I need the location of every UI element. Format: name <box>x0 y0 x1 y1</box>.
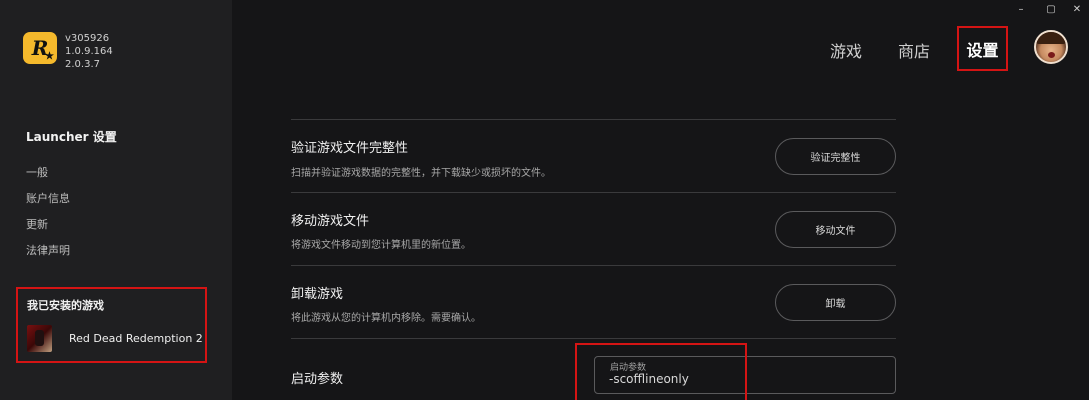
uninstall-button[interactable]: 卸载 <box>775 284 896 321</box>
sidebar-nav: 一般 账户信息 更新 法律声明 <box>26 166 70 270</box>
move-files-button[interactable]: 移动文件 <box>775 211 896 248</box>
divider <box>291 265 896 266</box>
verify-integrity-button[interactable]: 验证完整性 <box>775 138 896 175</box>
logo-star-icon: ★ <box>45 51 54 62</box>
launcher-window: R ★ v305926 1.0.9.164 2.0.3.7 Launcher 设… <box>0 0 1089 400</box>
divider <box>291 338 896 339</box>
nav-settings-highlight[interactable]: 设置 <box>957 26 1008 71</box>
nav-settings: 设置 <box>966 40 999 60</box>
version-line: 2.0.3.7 <box>65 59 100 70</box>
maximize-button[interactable]: ▢ <box>1043 4 1059 15</box>
sidebar: R ★ v305926 1.0.9.164 2.0.3.7 Launcher 设… <box>0 0 232 400</box>
launch-args-title: 启动参数 <box>291 372 344 387</box>
launch-args-field[interactable]: 启动参数 <box>594 356 896 394</box>
uninstall-description: 将此游戏从您的计算机内移除。需要确认。 <box>291 313 481 324</box>
sidebar-item-legal[interactable]: 法律声明 <box>26 244 70 270</box>
move-title: 移动游戏文件 <box>291 214 370 229</box>
divider <box>291 119 896 120</box>
sidebar-title: Launcher 设置 <box>26 130 117 144</box>
installed-games-section: 我已安装的游戏 Red Dead Redemption 2 <box>16 287 207 363</box>
version-line: v305926 <box>65 33 110 44</box>
installed-games-title: 我已安装的游戏 <box>27 299 104 312</box>
divider <box>291 192 896 193</box>
game-thumbnail <box>27 325 52 352</box>
version-info: v305926 1.0.9.164 2.0.3.7 <box>65 32 113 71</box>
minimize-button[interactable]: – <box>1013 4 1029 15</box>
nav-store[interactable]: 商店 <box>898 38 930 62</box>
launch-args-input[interactable] <box>609 372 879 386</box>
uninstall-title: 卸载游戏 <box>291 287 344 302</box>
sidebar-item-general[interactable]: 一般 <box>26 166 70 192</box>
verify-description: 扫描并验证游戏数据的完整性，并下载缺少或损坏的文件。 <box>291 168 551 179</box>
avatar[interactable] <box>1034 30 1068 64</box>
game-item-rdr2[interactable]: Red Dead Redemption 2 <box>27 325 203 352</box>
nav-games[interactable]: 游戏 <box>830 38 862 62</box>
game-name: Red Dead Redemption 2 <box>69 332 203 345</box>
close-button[interactable]: ✕ <box>1069 4 1085 15</box>
version-line: 1.0.9.164 <box>65 46 113 57</box>
rockstar-logo: R ★ <box>23 32 57 64</box>
move-description: 将游戏文件移动到您计算机里的新位置。 <box>291 240 471 251</box>
verify-title: 验证游戏文件完整性 <box>291 141 409 156</box>
sidebar-item-updates[interactable]: 更新 <box>26 218 70 244</box>
sidebar-item-account[interactable]: 账户信息 <box>26 192 70 218</box>
